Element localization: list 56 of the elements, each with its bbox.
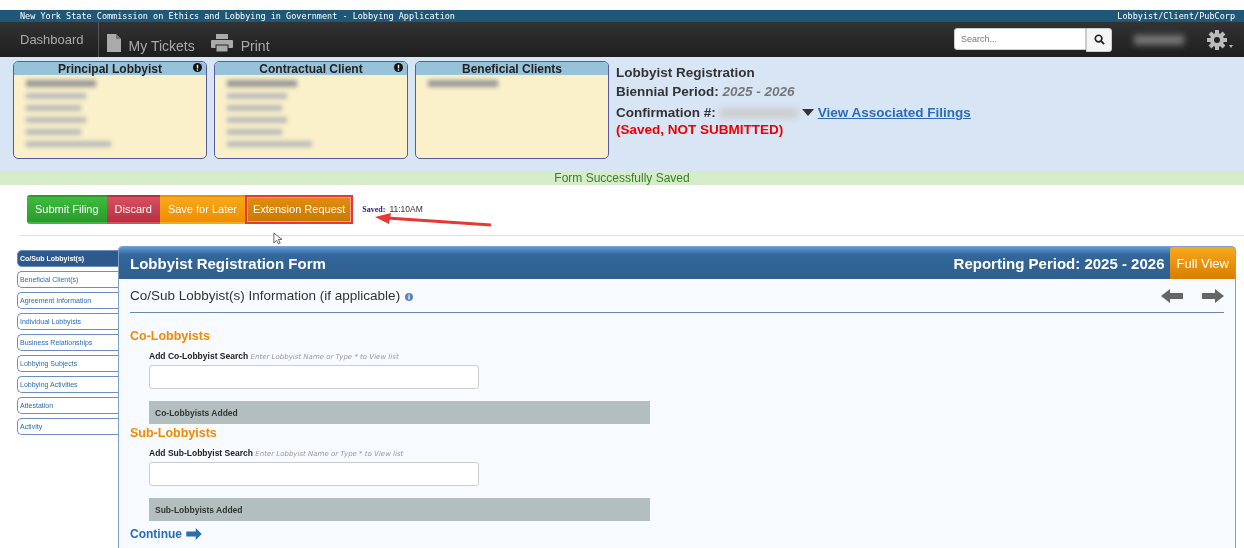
printer-icon: [210, 33, 233, 52]
back-arrow-icon[interactable]: [1161, 288, 1183, 303]
redacted-text: [26, 117, 86, 123]
continue-link[interactable]: Continue: [130, 527, 202, 541]
redacted-text: [227, 117, 287, 123]
period-value: 2025 - 2026: [722, 84, 795, 99]
confirmation-label: Confirmation #:: [616, 105, 716, 120]
group-heading: Sub-Lobbyists: [130, 426, 218, 440]
info-icon: [405, 292, 414, 301]
redacted-text: [26, 129, 81, 135]
document-icon: [106, 33, 121, 52]
redacted-text: [227, 105, 282, 111]
success-banner: Form Successfully Saved: [0, 171, 1244, 185]
redacted-text: [227, 93, 287, 99]
redacted-text: [227, 80, 297, 87]
settings-icon[interactable]: [1206, 27, 1234, 52]
redacted-text: [26, 80, 96, 87]
action-button[interactable]: Submit Filing: [27, 194, 107, 224]
alert-icon: [193, 63, 202, 72]
nav-link[interactable]: My Tickets: [98, 33, 203, 54]
redacted-text: [26, 93, 86, 99]
added-list-header: Co-Lobbyists Added: [149, 401, 650, 424]
card-title: Principal Lobbyist: [58, 62, 162, 76]
redacted-text: [428, 80, 498, 87]
lobbyist-search-field[interactable]: [149, 462, 479, 486]
period-label: Biennial Period:: [616, 84, 719, 99]
redacted-text: [227, 129, 282, 135]
search-label: Add Co-Lobbyist Search: [149, 351, 249, 361]
card-title: Beneficial Clients: [462, 62, 562, 76]
caret-icon[interactable]: [801, 109, 814, 116]
nav-link[interactable]: Print: [202, 33, 278, 54]
saved-time: 11:10AM: [389, 204, 423, 214]
associated-filings-link[interactable]: View Associated Filings: [817, 105, 971, 120]
search-icon: [1093, 34, 1105, 45]
arrow-icon: [186, 528, 202, 540]
filing-type: Lobbyist Registration: [616, 65, 756, 82]
lobbyist-search-field[interactable]: [149, 365, 479, 389]
saved-label: Saved:: [362, 204, 386, 214]
alert-icon: [394, 63, 403, 72]
search-field[interactable]: Search...: [954, 27, 1086, 50]
status-text: (Saved, NOT SUBMITTED): [616, 122, 785, 137]
action-button[interactable]: Discard: [106, 194, 160, 224]
form-title: Lobbyist Registration Form: [130, 254, 327, 272]
role-label: Lobbyist/Client/PubCorp: [1117, 11, 1235, 21]
search-button[interactable]: [1086, 27, 1112, 52]
forward-arrow-icon[interactable]: [1202, 288, 1224, 303]
group-heading: Co-Lobbyists: [130, 329, 211, 343]
section-title: Co/Sub Lobbyist(s) Information (if applicable): [130, 288, 401, 303]
redacted-text: [26, 105, 81, 111]
reporting-period: Reporting Period: 2025 - 2026: [953, 254, 1165, 272]
card-title: Contractual Client: [259, 62, 363, 76]
search-label: Add Sub-Lobbyist Search: [149, 448, 253, 458]
redacted-username: [1134, 34, 1184, 45]
app-title: New York State Commission on Ethics and Lobbying in Government - Lobbying Application: [20, 11, 455, 21]
added-list-header: Sub-Lobbyists Added: [149, 498, 650, 521]
action-button[interactable]: Extension Request: [244, 194, 354, 224]
